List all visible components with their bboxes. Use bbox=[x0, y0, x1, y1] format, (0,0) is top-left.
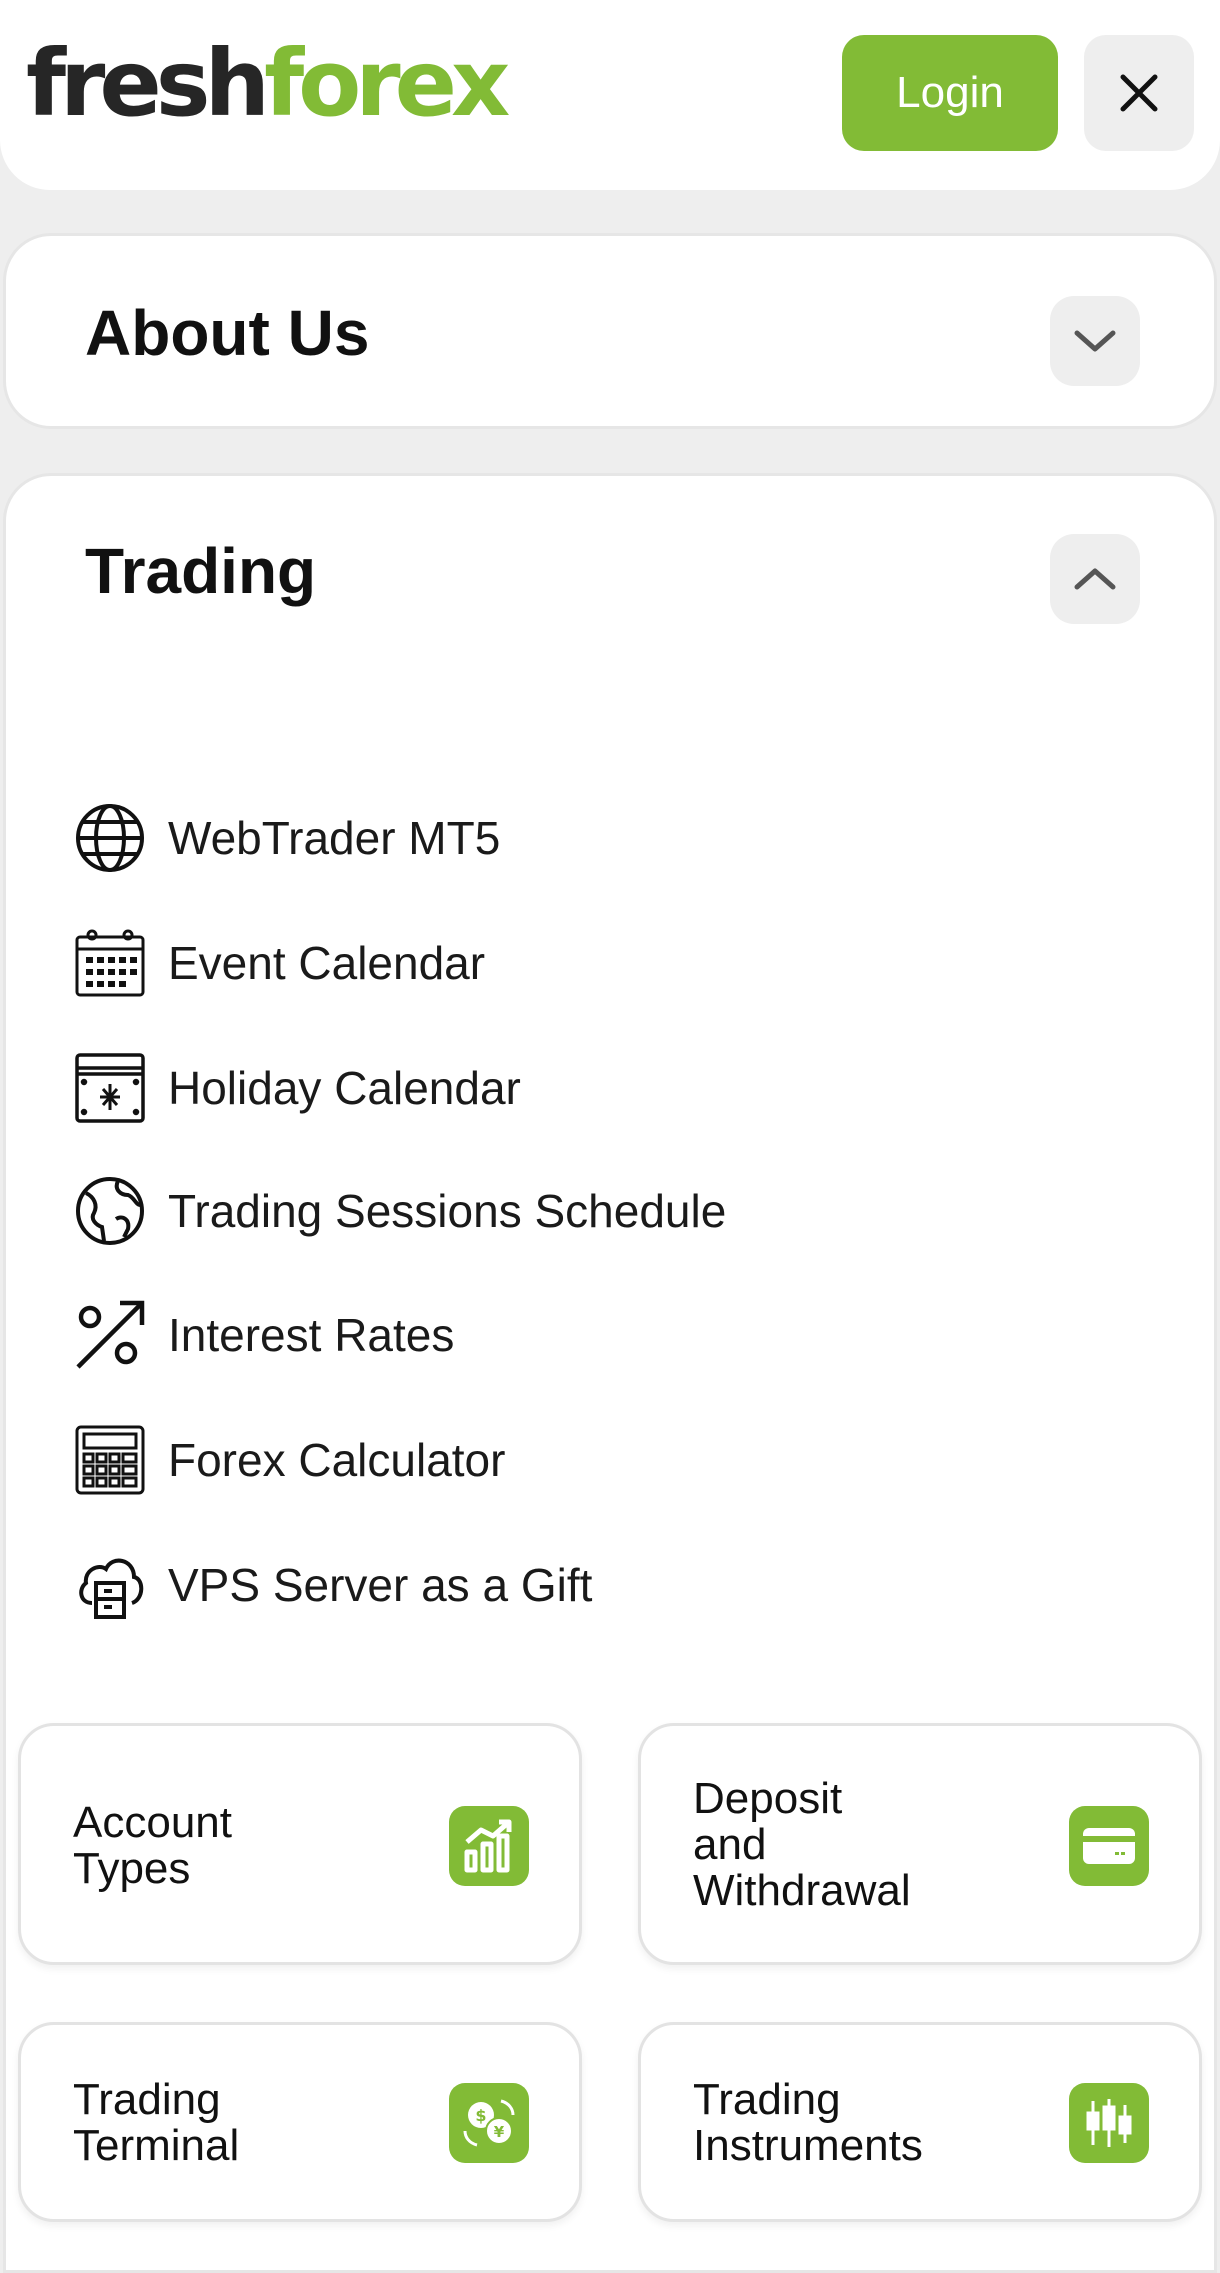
card-icon bbox=[1069, 1806, 1149, 1886]
trading-title: Trading bbox=[85, 535, 317, 607]
tile-label: Trading Instruments bbox=[693, 2075, 923, 2170]
menu-item-trading-sessions[interactable]: Trading Sessions Schedule bbox=[72, 1171, 726, 1251]
menu-item-event-calendar[interactable]: Event Calendar bbox=[72, 923, 485, 1003]
chevron-down-icon bbox=[1074, 330, 1116, 352]
about-us-toggle[interactable] bbox=[1050, 296, 1140, 386]
calendar-icon bbox=[72, 925, 148, 1001]
about-us-section[interactable]: About Us bbox=[3, 233, 1217, 429]
menu-item-holiday-calendar[interactable]: Holiday Calendar bbox=[72, 1048, 521, 1128]
menu-item-label: WebTrader MT5 bbox=[168, 812, 501, 864]
menu-item-label: Forex Calculator bbox=[168, 1434, 506, 1486]
chevron-up-icon bbox=[1074, 568, 1116, 590]
menu-item-vps-server[interactable]: VPS Server as a Gift bbox=[72, 1545, 592, 1625]
menu-item-label: Event Calendar bbox=[168, 937, 486, 989]
menu-item-label: Interest Rates bbox=[168, 1309, 455, 1361]
tile-label: Deposit and Withdrawal bbox=[693, 1774, 911, 1915]
tile-label: Trading Terminal bbox=[73, 2075, 240, 2170]
candlestick-icon bbox=[1069, 2083, 1149, 2163]
freshforex-logo[interactable]: freshforex bbox=[26, 38, 510, 130]
trading-toggle[interactable] bbox=[1050, 534, 1140, 624]
trading-section: Trading WebTrader MT5 Event Calendar Hol… bbox=[3, 473, 1217, 2273]
tile-deposit-withdrawal[interactable]: Deposit and Withdrawal bbox=[638, 1723, 1202, 1965]
calculator-icon bbox=[72, 1422, 148, 1498]
tile-trading-instruments[interactable]: Trading Instruments bbox=[638, 2022, 1202, 2222]
tile-label: Account Types bbox=[73, 1798, 232, 1893]
earth-icon bbox=[72, 1173, 148, 1249]
currency-exchange-icon: $ ¥ bbox=[449, 2083, 529, 2163]
globe-icon bbox=[72, 800, 148, 876]
percent-arrow-icon bbox=[72, 1297, 148, 1373]
close-menu-button[interactable] bbox=[1084, 35, 1194, 151]
chart-bars-icon bbox=[449, 1806, 529, 1886]
header: freshforex Login bbox=[0, 0, 1220, 190]
close-icon bbox=[1120, 74, 1158, 112]
tile-account-types[interactable]: Account Types bbox=[18, 1723, 582, 1965]
menu-item-label: Holiday Calendar bbox=[168, 1062, 521, 1114]
svg-text:¥: ¥ bbox=[494, 2123, 505, 2141]
menu-item-label: Trading Sessions Schedule bbox=[168, 1185, 727, 1237]
svg-text:$: $ bbox=[475, 2106, 486, 2125]
menu-item-interest-rates[interactable]: Interest Rates bbox=[72, 1295, 454, 1375]
cloud-server-icon bbox=[72, 1547, 148, 1623]
tile-trading-terminal[interactable]: Trading Terminal $ ¥ bbox=[18, 2022, 582, 2222]
login-button-label: Login bbox=[896, 68, 1004, 117]
menu-item-forex-calculator[interactable]: Forex Calculator bbox=[72, 1420, 505, 1500]
login-button[interactable]: Login bbox=[842, 35, 1058, 151]
menu-item-label: VPS Server as a Gift bbox=[168, 1559, 593, 1611]
holiday-calendar-icon bbox=[72, 1050, 148, 1126]
menu-item-webtrader[interactable]: WebTrader MT5 bbox=[72, 798, 500, 878]
about-us-title: About Us bbox=[85, 297, 370, 369]
